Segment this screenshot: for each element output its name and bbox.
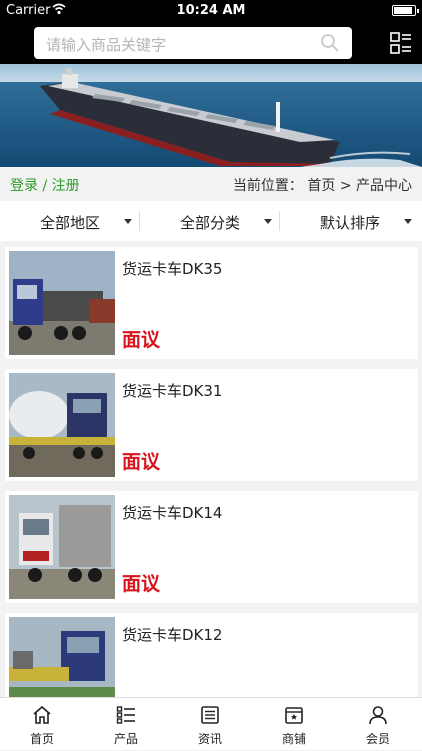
product-title: 货运卡车DK14 bbox=[122, 504, 223, 522]
chevron-down-icon bbox=[264, 219, 272, 224]
tab-shop[interactable]: 商铺 bbox=[252, 698, 336, 751]
news-icon bbox=[201, 706, 219, 724]
search-input[interactable]: 请输入商品关键字 bbox=[34, 27, 352, 59]
breadcrumb-arrow: > bbox=[339, 178, 352, 194]
cargo-ship-image bbox=[0, 64, 422, 167]
top-bar: Carrier 10:24 AM 请输入商品关键字 bbox=[0, 0, 422, 64]
search-placeholder: 请输入商品关键字 bbox=[46, 36, 167, 54]
product-title: 货运卡车DK35 bbox=[122, 260, 223, 278]
filter-region[interactable]: 全部地区 bbox=[0, 201, 140, 241]
filter-category[interactable]: 全部分类 bbox=[140, 201, 280, 241]
user-icon bbox=[369, 706, 387, 725]
tab-member[interactable]: 会员 bbox=[336, 698, 420, 751]
banner-image[interactable] bbox=[0, 64, 422, 167]
product-title: 货运卡车DK12 bbox=[122, 626, 223, 644]
tab-news[interactable]: 资讯 bbox=[168, 698, 252, 751]
product-title: 货运卡车DK31 bbox=[122, 382, 223, 400]
filter-bar: 全部地区 全部分类 默认排序 bbox=[0, 201, 422, 241]
product-card[interactable]: 货运卡车DK31 面议 bbox=[5, 369, 418, 481]
login-link[interactable]: 登录 bbox=[10, 178, 38, 194]
location-prefix: 当前位置： bbox=[232, 178, 303, 194]
auth-links: 登录 / 注册 bbox=[10, 175, 80, 195]
search-icon[interactable] bbox=[320, 33, 340, 53]
tab-products-label: 产品 bbox=[113, 732, 138, 746]
product-price: 面议 bbox=[122, 573, 161, 595]
product-price: 面议 bbox=[122, 329, 161, 351]
tab-news-label: 资讯 bbox=[197, 732, 222, 746]
status-bar: Carrier 10:24 AM bbox=[0, 0, 422, 22]
list-icon bbox=[116, 706, 135, 724]
tab-home[interactable]: 首页 bbox=[0, 698, 84, 751]
filter-sort[interactable]: 默认排序 bbox=[280, 201, 420, 241]
product-price: 面议 bbox=[122, 451, 161, 473]
battery-icon bbox=[392, 5, 419, 16]
auth-separator: / bbox=[42, 178, 48, 194]
product-image bbox=[9, 495, 115, 599]
product-card[interactable]: 货运卡车DK12 bbox=[5, 613, 418, 697]
category-menu-icon[interactable] bbox=[390, 32, 412, 54]
product-image bbox=[9, 373, 115, 477]
register-link[interactable]: 注册 bbox=[52, 178, 80, 194]
filter-sort-label: 默认排序 bbox=[320, 214, 381, 232]
product-image bbox=[9, 617, 115, 697]
home-icon bbox=[33, 705, 51, 724]
product-list: 货运卡车DK35 面议 货运卡车DK31 面议 货运卡车DK14 面议 货运卡车… bbox=[0, 247, 422, 697]
tab-products[interactable]: 产品 bbox=[84, 698, 168, 751]
breadcrumb-home-link[interactable]: 首页 bbox=[307, 178, 335, 194]
shop-icon bbox=[285, 707, 303, 724]
filter-category-label: 全部分类 bbox=[180, 214, 241, 232]
tab-member-label: 会员 bbox=[365, 732, 390, 746]
tab-shop-label: 商铺 bbox=[281, 732, 306, 746]
chevron-down-icon bbox=[404, 219, 412, 224]
clock: 10:24 AM bbox=[176, 3, 246, 18]
product-image bbox=[9, 251, 115, 355]
product-card[interactable]: 货运卡车DK14 面议 bbox=[5, 491, 418, 603]
breadcrumb: 登录 / 注册 当前位置： 首页 > 产品中心 bbox=[0, 167, 422, 201]
product-card[interactable]: 货运卡车DK35 面议 bbox=[5, 247, 418, 359]
bottom-tab-bar: 首页 产品 资讯 商铺 会员 bbox=[0, 697, 422, 750]
breadcrumb-current: 产品中心 bbox=[356, 178, 412, 194]
tab-home-label: 首页 bbox=[29, 732, 54, 746]
filter-region-label: 全部地区 bbox=[40, 214, 101, 232]
chevron-down-icon bbox=[124, 219, 132, 224]
current-location: 当前位置： 首页 > 产品中心 bbox=[233, 175, 412, 195]
